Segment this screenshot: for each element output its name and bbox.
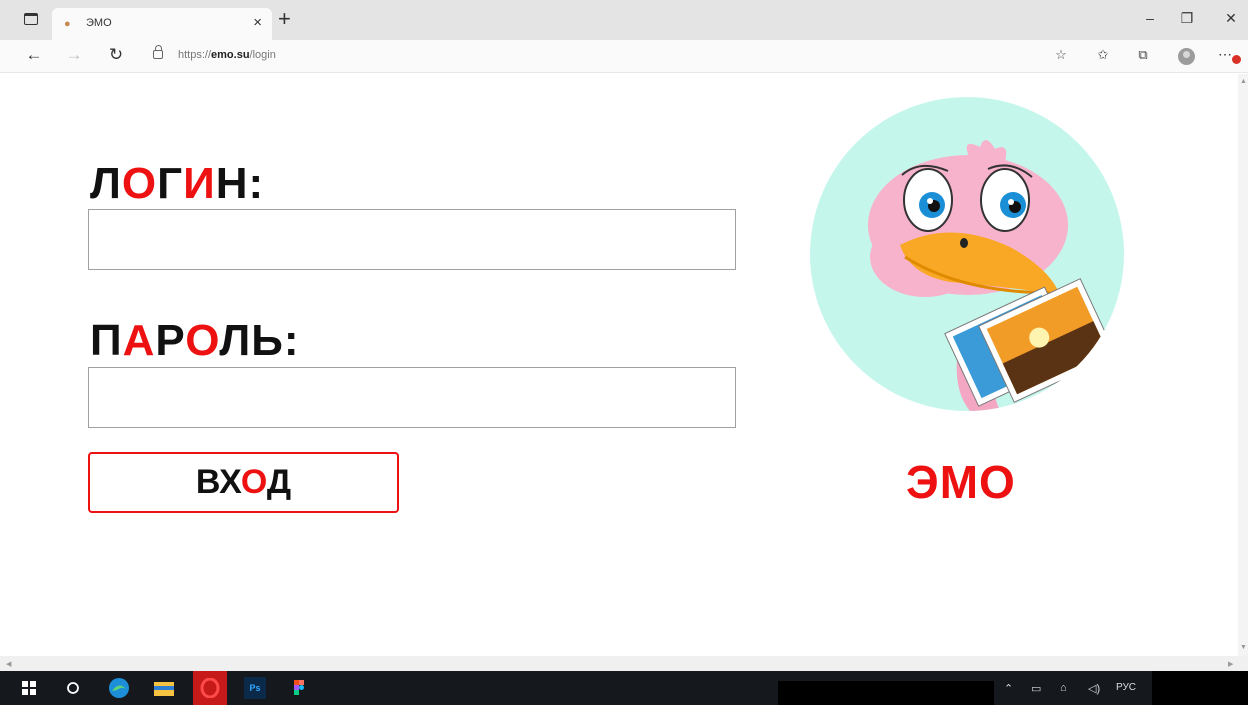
browser-toolbar: ← → ↻ https://emo.su/login ☆ ✩ ⧉: [0, 40, 1248, 73]
restore-button[interactable]: ❐: [1177, 10, 1197, 27]
ostrich-mascot-logo: [810, 97, 1124, 411]
photoshop-icon[interactable]: Ps: [244, 677, 266, 699]
scroll-right-icon[interactable]: ▶: [1228, 660, 1233, 668]
address-bar[interactable]: https://emo.su/login: [178, 49, 276, 61]
lock-icon[interactable]: [153, 45, 163, 59]
password-label: ПАРОЛЬ:: [90, 316, 300, 365]
tray-chevron-icon[interactable]: ⌃: [1004, 682, 1013, 695]
taskbar-hidden-area: [778, 681, 994, 705]
password-input[interactable]: [88, 367, 736, 428]
brand-name: ЭМО: [906, 456, 1016, 508]
horizontal-scrollbar[interactable]: ◀ ▶: [0, 656, 1248, 671]
vertical-scrollbar[interactable]: ▲ ▼: [1238, 74, 1248, 656]
new-tab-button[interactable]: +: [278, 7, 291, 31]
collections-icon[interactable]: ⧉: [1133, 47, 1153, 63]
minimize-button[interactable]: –: [1140, 10, 1160, 26]
windows-start-icon[interactable]: [18, 677, 40, 699]
more-options-icon[interactable]: ⋯: [1218, 46, 1232, 63]
tab-title: ЭМО: [86, 17, 112, 29]
favorites-icon[interactable]: ✩: [1093, 47, 1113, 63]
scroll-up-icon[interactable]: ▲: [1240, 78, 1247, 85]
add-favorite-icon[interactable]: ☆: [1051, 47, 1071, 63]
battery-icon[interactable]: ▭: [1031, 682, 1041, 695]
browser-titlebar: ● ЭМО × + – ❐ ✕: [0, 0, 1248, 40]
network-icon[interactable]: ⌂: [1060, 682, 1067, 694]
alert-badge: [1232, 55, 1241, 64]
volume-icon[interactable]: ◁): [1088, 682, 1100, 695]
paw-icon: ●: [64, 18, 71, 30]
opera-icon[interactable]: [193, 671, 227, 705]
profile-avatar-icon[interactable]: [1178, 48, 1195, 65]
taskbar-clock-area[interactable]: [1152, 671, 1248, 705]
refresh-button[interactable]: ↻: [106, 45, 126, 65]
login-button[interactable]: ВХОД: [88, 452, 399, 513]
tab-actions-icon[interactable]: [24, 13, 38, 25]
login-label: ЛОГИН:: [90, 159, 265, 208]
language-indicator[interactable]: РУС: [1116, 682, 1136, 693]
figma-icon[interactable]: [288, 677, 310, 699]
close-window-button[interactable]: ✕: [1221, 10, 1241, 27]
forward-button[interactable]: →: [64, 45, 84, 65]
scroll-left-icon[interactable]: ◀: [6, 660, 11, 668]
file-explorer-icon[interactable]: [153, 677, 175, 699]
close-tab-icon[interactable]: ×: [253, 14, 262, 31]
edge-icon[interactable]: [108, 677, 130, 699]
search-icon[interactable]: [62, 677, 84, 699]
back-button[interactable]: ←: [24, 45, 44, 65]
browser-tab[interactable]: ● ЭМО ×: [52, 8, 272, 40]
login-input[interactable]: [88, 209, 736, 270]
login-button-label: ВХОД: [195, 463, 292, 501]
scroll-down-icon[interactable]: ▼: [1240, 644, 1247, 651]
